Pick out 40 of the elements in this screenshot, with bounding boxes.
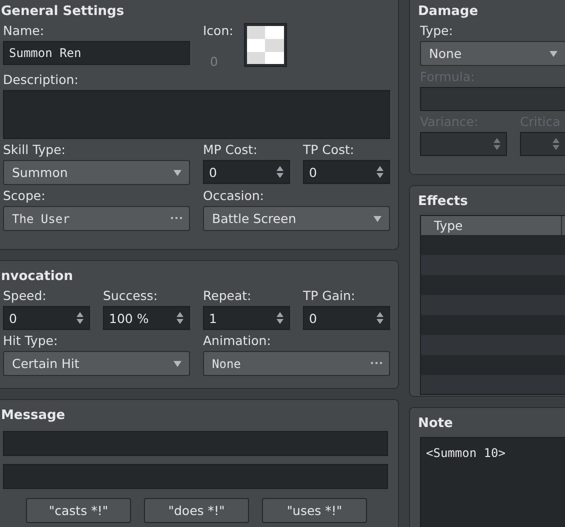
effects-table[interactable]: Type bbox=[420, 215, 565, 395]
field-label: Animation: bbox=[203, 333, 272, 348]
picker-field[interactable]: The User bbox=[3, 206, 190, 231]
field-label: TP Cost: bbox=[303, 142, 356, 157]
field-label: TP Gain: bbox=[303, 288, 356, 303]
number-field[interactable]: 0 bbox=[303, 160, 390, 184]
section-title: Damage bbox=[418, 3, 480, 20]
number-field[interactable]: 0 bbox=[303, 306, 390, 330]
field-label: Description: bbox=[3, 72, 80, 87]
field-label: MP Cost: bbox=[203, 142, 258, 157]
dropdown[interactable]: Summon bbox=[3, 160, 190, 185]
section-title: nvocation bbox=[1, 268, 74, 285]
number-field[interactable]: 0 bbox=[203, 160, 290, 184]
number-field[interactable]: 1 bbox=[203, 306, 290, 330]
section-title: General Settings bbox=[1, 3, 126, 20]
dropdown[interactable]: Battle Screen bbox=[203, 206, 390, 231]
message-button[interactable]: "casts *!" bbox=[26, 498, 131, 523]
field-label: Repeat: bbox=[203, 288, 252, 303]
text-field[interactable]: Summon Ren bbox=[3, 41, 190, 65]
field-label: Success: bbox=[103, 288, 159, 303]
field-label: Skill Type: bbox=[3, 142, 66, 157]
field-label: Name: bbox=[3, 23, 46, 38]
field-label: Occasion: bbox=[203, 188, 266, 203]
message-button[interactable]: "does *!" bbox=[144, 498, 249, 523]
icon-index: 0 bbox=[210, 54, 218, 69]
field-label: Icon: bbox=[203, 23, 234, 38]
number-field[interactable]: 0 bbox=[3, 306, 90, 330]
note-field[interactable]: <Summon 10> bbox=[420, 437, 565, 527]
dropdown[interactable]: None bbox=[420, 41, 565, 66]
field-label: Hit Type: bbox=[3, 333, 59, 348]
dropdown[interactable]: Certain Hit bbox=[3, 351, 190, 376]
picker-field[interactable]: None bbox=[203, 351, 390, 376]
field-label: Speed: bbox=[3, 288, 48, 303]
section-title: Note bbox=[418, 415, 454, 432]
message-button[interactable]: "uses *!" bbox=[262, 498, 367, 523]
field-label: Scope: bbox=[3, 188, 46, 203]
number-field[interactable]: 100 % bbox=[103, 306, 190, 330]
section-title: Message bbox=[1, 407, 66, 424]
field-label: Type: bbox=[420, 23, 454, 38]
section-title: Effects bbox=[418, 193, 469, 210]
